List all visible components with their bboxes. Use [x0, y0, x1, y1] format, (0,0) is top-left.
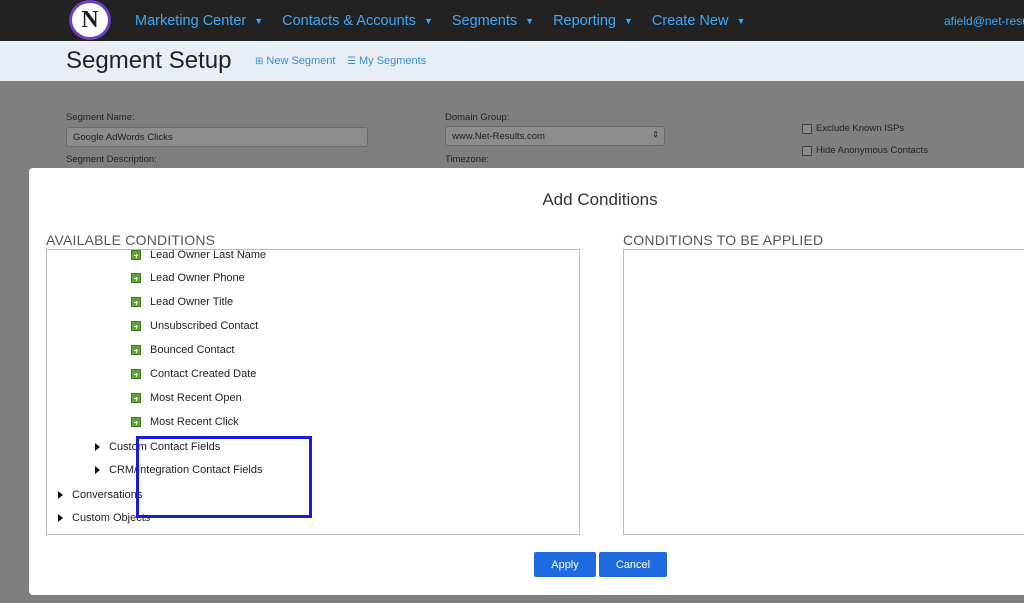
hide-anonymous-checkbox[interactable]: Hide Anonymous Contacts [802, 145, 928, 156]
expand-triangle-icon[interactable] [95, 443, 100, 451]
nav-label: Segments [451, 12, 518, 29]
caret-down-icon: ▼ [623, 15, 633, 26]
checkbox-box [802, 145, 812, 156]
condition-label: Most Recent Open [150, 392, 242, 404]
new-segment-label: New Segment [266, 55, 336, 67]
domain-group-label: Domain Group: [445, 112, 510, 123]
nav-label: Marketing Center [135, 12, 247, 29]
condition-lead-owner-phone[interactable]: Lead Owner Phone [131, 272, 245, 284]
condition-label: Lead Owner Last Name [150, 249, 267, 261]
hide-anonymous-label: Hide Anonymous Contacts [816, 145, 928, 156]
add-condition-icon[interactable] [131, 417, 141, 427]
group-label: Conversations [72, 489, 143, 501]
add-conditions-modal: Add Conditions AVAILABLE CONDITIONS COND… [29, 168, 1024, 595]
checkbox-box [802, 123, 812, 134]
segment-description-label: Segment Description: [66, 154, 157, 165]
condition-label: Most Recent Click [150, 416, 239, 428]
available-conditions-title: AVAILABLE CONDITIONS [46, 232, 216, 248]
new-segment-link[interactable]: ⊞ New Segment [255, 55, 335, 67]
modal-title: Add Conditions [542, 190, 658, 209]
segment-name-input[interactable]: Google AdWords Clicks [66, 127, 368, 147]
add-condition-icon[interactable] [131, 369, 141, 379]
net-results-logo[interactable]: N [69, 0, 111, 40]
apply-button[interactable]: Apply [534, 552, 596, 577]
list-icon: ☰ [347, 55, 356, 67]
page-header: Segment Setup ⊞ New Segment ☰ My Segment… [0, 41, 1024, 81]
add-condition-icon[interactable] [131, 250, 141, 260]
page-title: Segment Setup [66, 47, 232, 74]
nav-contacts-accounts[interactable]: Contacts & Accounts ▼ [282, 13, 433, 29]
plus-square-icon: ⊞ [255, 55, 264, 67]
condition-lead-owner-title[interactable]: Lead Owner Title [131, 296, 233, 308]
add-condition-icon[interactable] [131, 297, 141, 307]
caret-down-icon: ▼ [525, 15, 535, 26]
add-condition-icon[interactable] [131, 345, 141, 355]
expand-triangle-icon[interactable] [58, 491, 63, 499]
exclude-isps-checkbox[interactable]: Exclude Known ISPs [802, 123, 904, 134]
domain-group-value: www.Net-Results.com [452, 131, 545, 142]
caret-down-icon: ▼ [736, 15, 746, 26]
group-conversations[interactable]: Conversations [58, 489, 142, 501]
add-condition-icon[interactable] [131, 321, 141, 331]
expand-triangle-icon[interactable] [95, 466, 100, 474]
top-navbar: N Marketing Center ▼ Contacts & Accounts ▼… [0, 0, 1024, 41]
timezone-label: Timezone: [445, 154, 489, 165]
nav-label: Contacts & Accounts [282, 12, 416, 29]
main-menu: Marketing Center ▼ Contacts & Accounts ▼ S… [135, 0, 764, 41]
condition-most-recent-open[interactable]: Most Recent Open [131, 392, 242, 404]
condition-contact-created-date[interactable]: Contact Created Date [131, 368, 256, 380]
applied-conditions-panel[interactable] [623, 249, 1024, 535]
nav-label: Reporting [553, 12, 616, 29]
exclude-isps-label: Exclude Known ISPs [816, 123, 905, 134]
condition-bounced-contact[interactable]: Bounced Contact [131, 344, 234, 356]
segment-name-label: Segment Name: [66, 112, 135, 123]
condition-label: Unsubscribed Contact [150, 320, 259, 332]
condition-label: Lead Owner Title [150, 296, 234, 308]
add-condition-icon[interactable] [131, 273, 141, 283]
select-arrows-icon: ⇕ [652, 130, 659, 139]
condition-label: Lead Owner Phone [150, 272, 245, 284]
domain-group-select[interactable]: www.Net-Results.com ⇕ [445, 126, 665, 146]
available-conditions-panel[interactable]: Lead Owner Last Name Lead Owner Phone Le… [46, 249, 580, 535]
nav-reporting[interactable]: Reporting ▼ [553, 13, 633, 29]
caret-down-icon: ▼ [254, 15, 264, 26]
nav-label: Create New [651, 12, 729, 29]
logo-letter: N [81, 6, 99, 33]
condition-label: Bounced Contact [150, 344, 235, 356]
applied-conditions-title: CONDITIONS TO BE APPLIED [623, 232, 824, 248]
condition-lead-owner-last-name[interactable]: Lead Owner Last Name [131, 249, 267, 261]
add-condition-icon[interactable] [131, 393, 141, 403]
caret-down-icon: ▼ [423, 15, 433, 26]
condition-unsubscribed-contact[interactable]: Unsubscribed Contact [131, 320, 258, 332]
my-segments-link[interactable]: ☰ My Segments [347, 55, 426, 67]
my-segments-label: My Segments [358, 55, 427, 67]
nav-create-new[interactable]: Create New ▼ [652, 13, 745, 29]
highlight-box [136, 436, 312, 518]
nav-segments[interactable]: Segments ▼ [452, 13, 534, 29]
expand-triangle-icon[interactable] [58, 514, 63, 522]
cancel-button[interactable]: Cancel [599, 552, 667, 577]
condition-most-recent-click[interactable]: Most Recent Click [131, 416, 239, 428]
condition-label: Contact Created Date [150, 368, 257, 380]
nav-marketing-center[interactable]: Marketing Center ▼ [135, 13, 263, 29]
user-menu[interactable]: afield@net-resu [944, 0, 1024, 41]
